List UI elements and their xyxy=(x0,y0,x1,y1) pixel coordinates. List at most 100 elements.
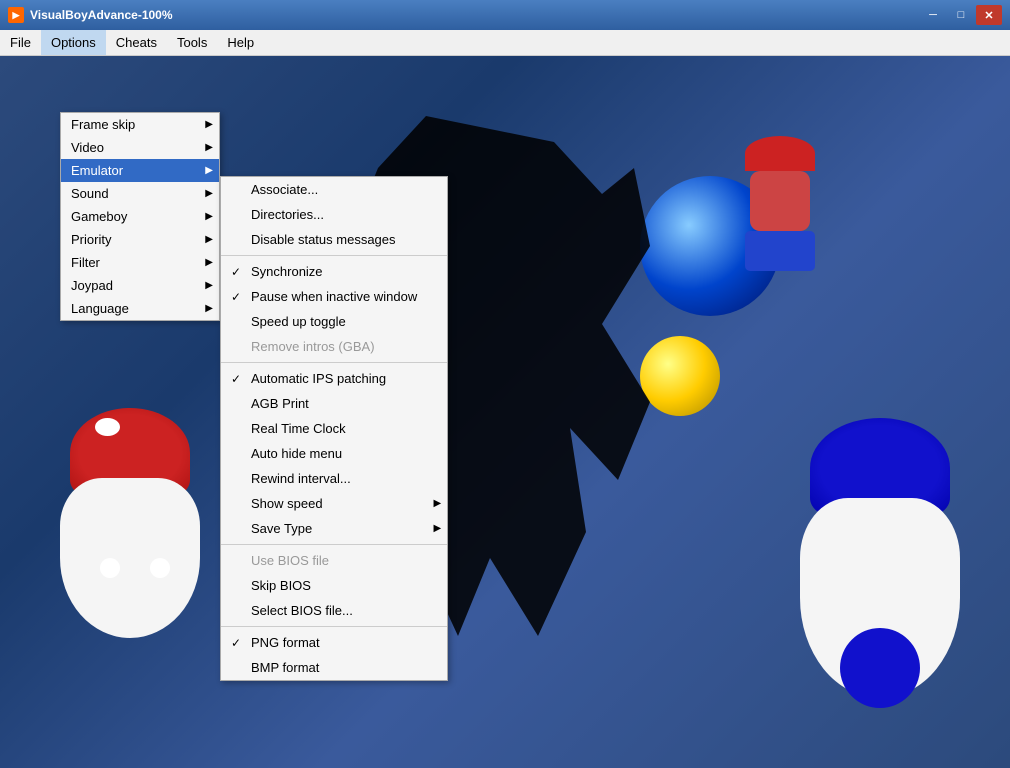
menu-skip-bios[interactable]: Skip BIOS xyxy=(221,573,447,598)
gameboy-label: Gameboy xyxy=(71,209,127,224)
auto-ips-label: Automatic IPS patching xyxy=(251,371,386,386)
menu-priority[interactable]: Priority ▶ xyxy=(61,228,219,251)
mario-overalls xyxy=(745,231,815,271)
title-bar-controls: ─ □ ✕ xyxy=(920,5,1002,25)
submenu-arrow-gameboy: ▶ xyxy=(205,211,213,222)
separator-4 xyxy=(221,626,447,627)
synchronize-label: Synchronize xyxy=(251,264,323,279)
menu-png-format[interactable]: ✓ PNG format xyxy=(221,630,447,655)
bmp-label: BMP format xyxy=(251,660,319,675)
png-check: ✓ xyxy=(231,636,241,650)
toad-blue-dot xyxy=(840,628,920,708)
mario-character xyxy=(730,136,830,256)
mario-cap xyxy=(745,136,815,171)
menu-video[interactable]: Video ▶ xyxy=(61,136,219,159)
menu-agb-print[interactable]: AGB Print xyxy=(221,391,447,416)
video-label: Video xyxy=(71,140,104,155)
menu-rtc[interactable]: Real Time Clock xyxy=(221,416,447,441)
separator-2 xyxy=(221,362,447,363)
skip-bios-label: Skip BIOS xyxy=(251,578,311,593)
menu-emulator[interactable]: Emulator ▶ xyxy=(61,159,219,182)
yellow-ball xyxy=(640,336,720,416)
menu-use-bios: Use BIOS file xyxy=(221,548,447,573)
emulator-dropdown: Associate... Directories... Disable stat… xyxy=(220,176,448,681)
app-icon: ▶ xyxy=(8,7,24,23)
speed-toggle-label: Speed up toggle xyxy=(251,314,346,329)
menu-auto-ips[interactable]: ✓ Automatic IPS patching xyxy=(221,366,447,391)
menu-bar: File Options Cheats Tools Help xyxy=(0,30,1010,56)
menu-pause-inactive[interactable]: ✓ Pause when inactive window xyxy=(221,284,447,309)
show-speed-arrow: ▶ xyxy=(434,498,442,509)
menu-language[interactable]: Language ▶ xyxy=(61,297,219,320)
directories-label: Directories... xyxy=(251,207,324,222)
filter-label: Filter xyxy=(71,255,100,270)
frame-skip-label: Frame skip xyxy=(71,117,135,132)
agb-print-label: AGB Print xyxy=(251,396,309,411)
submenu-arrow-video: ▶ xyxy=(205,142,213,153)
joypad-label: Joypad xyxy=(71,278,113,293)
submenu-arrow-priority: ▶ xyxy=(205,234,213,245)
menu-save-type[interactable]: Save Type ▶ xyxy=(221,516,447,541)
separator-1 xyxy=(221,255,447,256)
minimize-button[interactable]: ─ xyxy=(920,5,946,25)
menu-filter[interactable]: Filter ▶ xyxy=(61,251,219,274)
pause-inactive-label: Pause when inactive window xyxy=(251,289,417,304)
save-type-label: Save Type xyxy=(251,521,312,536)
title-bar: ▶ VisualBoyAdvance-100% ─ □ ✕ xyxy=(0,0,1010,30)
priority-label: Priority xyxy=(71,232,111,247)
rewind-label: Rewind interval... xyxy=(251,471,351,486)
menu-disable-status[interactable]: Disable status messages xyxy=(221,227,447,252)
submenu-arrow-language: ▶ xyxy=(205,303,213,314)
submenu-arrow-emulator: ▶ xyxy=(205,165,213,176)
associate-label: Associate... xyxy=(251,182,318,197)
toad-blue xyxy=(790,418,990,738)
remove-intros-label: Remove intros (GBA) xyxy=(251,339,375,354)
menu-joypad[interactable]: Joypad ▶ xyxy=(61,274,219,297)
submenu-arrow-frame-skip: ▶ xyxy=(205,119,213,130)
toad-body xyxy=(60,478,200,638)
game-area: Frame skip ▶ Video ▶ Emulator ▶ Sound ▶ … xyxy=(0,56,1010,768)
menu-tools[interactable]: Tools xyxy=(167,30,217,55)
synchronize-check: ✓ xyxy=(231,265,241,279)
menu-frame-skip[interactable]: Frame skip ▶ xyxy=(61,113,219,136)
use-bios-label: Use BIOS file xyxy=(251,553,329,568)
png-label: PNG format xyxy=(251,635,320,650)
save-type-arrow: ▶ xyxy=(434,523,442,534)
toad-eye-right xyxy=(150,558,170,578)
maximize-button[interactable]: □ xyxy=(948,5,974,25)
language-label: Language xyxy=(71,301,129,316)
window-title: VisualBoyAdvance-100% xyxy=(30,8,920,22)
menu-gameboy[interactable]: Gameboy ▶ xyxy=(61,205,219,228)
close-button[interactable]: ✕ xyxy=(976,5,1002,25)
disable-status-label: Disable status messages xyxy=(251,232,396,247)
menu-synchronize[interactable]: ✓ Synchronize xyxy=(221,259,447,284)
emulator-label: Emulator xyxy=(71,163,123,178)
menu-show-speed[interactable]: Show speed ▶ xyxy=(221,491,447,516)
menu-select-bios[interactable]: Select BIOS file... xyxy=(221,598,447,623)
menu-auto-hide[interactable]: Auto hide menu xyxy=(221,441,447,466)
menu-rewind[interactable]: Rewind interval... xyxy=(221,466,447,491)
menu-cheats[interactable]: Cheats xyxy=(106,30,167,55)
pause-check: ✓ xyxy=(231,290,241,304)
show-speed-label: Show speed xyxy=(251,496,323,511)
submenu-arrow-filter: ▶ xyxy=(205,257,213,268)
menu-speed-toggle[interactable]: Speed up toggle xyxy=(221,309,447,334)
menu-remove-intros: Remove intros (GBA) xyxy=(221,334,447,359)
menu-help[interactable]: Help xyxy=(217,30,264,55)
options-dropdown: Frame skip ▶ Video ▶ Emulator ▶ Sound ▶ … xyxy=(60,112,220,321)
menu-file[interactable]: File xyxy=(0,30,41,55)
auto-hide-label: Auto hide menu xyxy=(251,446,342,461)
menu-bmp-format[interactable]: BMP format xyxy=(221,655,447,680)
rtc-label: Real Time Clock xyxy=(251,421,346,436)
menu-options[interactable]: Options xyxy=(41,30,106,55)
sound-label: Sound xyxy=(71,186,109,201)
separator-3 xyxy=(221,544,447,545)
menu-associate[interactable]: Associate... xyxy=(221,177,447,202)
mario-body xyxy=(750,171,810,231)
toad-red xyxy=(50,408,230,688)
menu-directories[interactable]: Directories... xyxy=(221,202,447,227)
submenu-arrow-sound: ▶ xyxy=(205,188,213,199)
menu-sound[interactable]: Sound ▶ xyxy=(61,182,219,205)
select-bios-label: Select BIOS file... xyxy=(251,603,353,618)
toad-blue-body xyxy=(800,498,960,698)
